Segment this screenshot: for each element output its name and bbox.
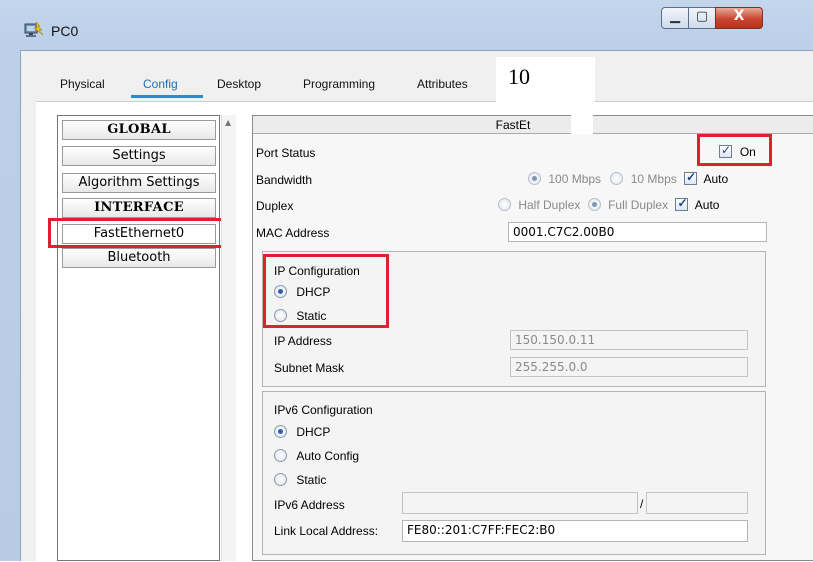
- tab-physical[interactable]: Physical: [60, 77, 105, 91]
- mac-address-label: MAC Address: [256, 226, 330, 240]
- tab-config[interactable]: Config: [143, 77, 178, 91]
- ipv6-address-label: IPv6 Address: [274, 498, 345, 512]
- duplex-options: Half Duplex Full Duplex Auto: [498, 196, 720, 212]
- minimize-icon: ▁: [670, 9, 680, 24]
- link-local-address-field[interactable]: FE80::201:C7FF:FEC2:B0: [402, 520, 748, 542]
- ipv6-prefix-field[interactable]: [646, 492, 748, 514]
- title-mask: [571, 114, 593, 134]
- ipv6-auto-config-radio[interactable]: [274, 449, 287, 462]
- ipv6-configuration-heading: IPv6 Configuration: [274, 403, 373, 417]
- bandwidth-100-label: 100 Mbps: [548, 172, 602, 186]
- annotation-number-text: 10: [508, 64, 530, 89]
- bandwidth-100-radio[interactable]: [528, 172, 541, 185]
- highlight-fastethernet0: [48, 218, 228, 248]
- subnet-mask-field[interactable]: 255.255.0.0: [510, 357, 748, 377]
- window-title: PC0: [51, 23, 79, 39]
- duplex-full-label: Full Duplex: [608, 198, 669, 212]
- close-icon: X: [733, 8, 745, 24]
- bandwidth-options: 100 Mbps 10 Mbps Auto: [528, 170, 729, 186]
- duplex-half-radio[interactable]: [498, 198, 511, 211]
- ipv6-auto-config-option[interactable]: Auto Config: [274, 449, 359, 463]
- bandwidth-label: Bandwidth: [256, 173, 313, 187]
- sidebar-header-interface[interactable]: INTERFACE: [62, 198, 216, 218]
- duplex-label: Duplex: [256, 199, 294, 213]
- ipv6-dhcp-label: DHCP: [296, 425, 331, 439]
- tab-desktop[interactable]: Desktop: [217, 77, 261, 91]
- sidebar-item-settings[interactable]: Settings: [62, 146, 216, 166]
- duplex-half-label: Half Duplex: [518, 198, 581, 212]
- port-status-label: Port Status: [256, 146, 316, 160]
- minimize-button[interactable]: ▁: [661, 7, 689, 29]
- ipv6-dhcp-radio[interactable]: [274, 425, 287, 438]
- ipv6-address-field[interactable]: [402, 492, 638, 514]
- panel-title-bar: FastEt: [253, 116, 813, 134]
- scroll-up-icon[interactable]: ▲: [225, 118, 231, 127]
- ip-address-label: IP Address: [274, 334, 332, 348]
- active-tab-indicator: [131, 95, 203, 98]
- duplex-auto-label: Auto: [694, 198, 720, 212]
- tab-programming[interactable]: Programming: [303, 77, 375, 91]
- highlight-ip-configuration: [263, 254, 389, 328]
- pc-icon: [24, 21, 44, 40]
- ipv6-auto-config-label: Auto Config: [296, 449, 360, 463]
- highlight-port-status: [697, 134, 772, 166]
- sidebar-item-bluetooth[interactable]: Bluetooth: [62, 248, 216, 268]
- bandwidth-auto-checkbox[interactable]: [684, 170, 698, 185]
- ipv6-static-label: Static: [296, 473, 327, 487]
- ipv6-dhcp-option[interactable]: DHCP: [274, 425, 330, 439]
- mac-address-field[interactable]: 0001.C7C2.00B0: [508, 222, 767, 242]
- close-button[interactable]: X: [715, 7, 763, 29]
- sidebar-item-algorithm-settings[interactable]: Algorithm Settings: [62, 173, 216, 193]
- duplex-auto-checkbox[interactable]: [675, 196, 689, 211]
- duplex-full-radio[interactable]: [587, 198, 601, 211]
- ip-address-field[interactable]: 150.150.0.11: [510, 330, 748, 350]
- bandwidth-10-label: 10 Mbps: [630, 172, 677, 186]
- bandwidth-auto-label: Auto: [703, 172, 729, 186]
- sidebar-header-global[interactable]: GLOBAL: [62, 120, 216, 140]
- maximize-button[interactable]: ▢: [688, 7, 716, 29]
- ipv6-prefix-separator: /: [640, 497, 644, 511]
- tab-attributes[interactable]: Attributes: [417, 77, 468, 91]
- ipv6-static-option[interactable]: Static: [274, 473, 326, 487]
- annotation-number: 10: [496, 57, 595, 102]
- subnet-mask-label: Subnet Mask: [274, 361, 345, 375]
- sidebar-scrollbar[interactable]: [221, 115, 236, 561]
- bandwidth-10-radio[interactable]: [610, 172, 624, 185]
- ipv6-static-radio[interactable]: [274, 473, 287, 486]
- maximize-icon: ▢: [695, 9, 709, 24]
- panel-title: FastEt: [495, 118, 531, 132]
- link-local-address-label: Link Local Address:: [274, 524, 379, 538]
